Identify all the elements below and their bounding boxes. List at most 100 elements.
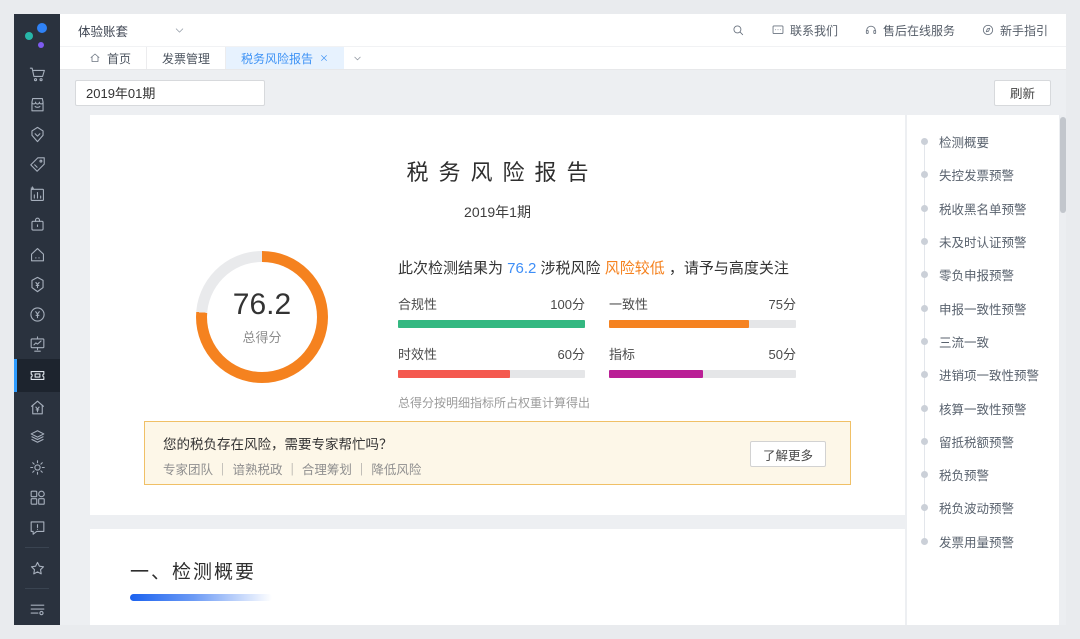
report-card: 税务风险报告 2019年1期 76.2 总得分 此次检测结果为 76.2 涉税风… (90, 115, 905, 515)
period-select[interactable]: 2019年01期 (75, 80, 265, 106)
bar-value: 100分 (550, 294, 585, 313)
layers-icon[interactable] (14, 422, 60, 452)
scrollbar-thumb[interactable] (1060, 117, 1066, 213)
bar-label: 时效性 (398, 344, 437, 363)
home-building-icon[interactable] (14, 239, 60, 269)
package-yuan-icon[interactable] (14, 269, 60, 299)
metric-bars: 合规性100分 一致性 75分 时效性 60分 指标 50分 (398, 294, 796, 378)
top-header: 体验账套 联系我们 售后在线服务 新手指引 (60, 14, 1066, 47)
score-note: 总得分按明细指标所占权重计算得出 (398, 394, 796, 411)
bar-track (609, 370, 796, 378)
bar-fill (398, 320, 585, 328)
refresh-label: 刷新 (1010, 83, 1035, 102)
bar-value: 50分 (769, 344, 796, 363)
bar-label: 指标 (609, 344, 635, 363)
main-area: 体验账套 联系我们 售后在线服务 新手指引 (60, 14, 1066, 625)
report-title: 税务风险报告 (90, 115, 905, 187)
toolbar: 2019年01期 刷新 (60, 70, 1066, 115)
briefcase-icon[interactable] (14, 209, 60, 239)
dot-icon (921, 371, 928, 378)
tab-invoice-management[interactable]: 发票管理 (147, 47, 226, 69)
bar-track (609, 320, 796, 328)
tab-home-label: 首页 (107, 50, 131, 67)
anchor-item-lost-invoice[interactable]: 失控发票预警 (907, 158, 1059, 191)
score-donut: 76.2 总得分 (196, 251, 328, 383)
tab-bar: 首页 发票管理 税务风险报告 (60, 47, 1066, 70)
tab-list-dropdown[interactable] (344, 47, 370, 69)
score-detail: 此次检测结果为 76.2 涉税风险 风险较低 ，请予与高度关注 合规性100分 … (398, 257, 796, 411)
chevron-down-icon (173, 24, 186, 37)
result-headline: 此次检测结果为 76.2 涉税风险 风险较低 ，请予与高度关注 (398, 257, 796, 278)
heading-accent-bar (130, 594, 272, 601)
dot-icon (921, 138, 928, 145)
feedback-icon[interactable] (14, 512, 60, 542)
learn-more-label: 了解更多 (763, 445, 813, 464)
refresh-button[interactable]: 刷新 (994, 80, 1051, 106)
sidebar (14, 14, 60, 625)
settings-gear-icon[interactable] (14, 452, 60, 482)
contact-us-label: 联系我们 (790, 22, 838, 39)
favorites-star-icon[interactable] (14, 553, 60, 583)
dot-icon (921, 471, 928, 478)
account-dropdown[interactable]: 体验账套 (78, 21, 186, 40)
tag-icon[interactable] (14, 149, 60, 179)
overview-section-card: 一、检测概要 经检测，贵司共存在4项风险预警。具体内容如下。 (90, 529, 905, 625)
tab-home[interactable]: 首页 (74, 47, 147, 69)
bar-fill (398, 370, 510, 378)
dot-icon (921, 438, 928, 445)
anchor-item-three-flow[interactable]: 三流一致 (907, 325, 1059, 358)
tab-tax-risk-report[interactable]: 税务风险报告 (226, 47, 344, 69)
chevron-down-icon (352, 53, 363, 64)
search-icon[interactable] (731, 23, 745, 37)
metric-consistency: 一致性 75分 (609, 294, 796, 328)
report-subtitle: 2019年1期 (90, 202, 905, 222)
coin-yuan-icon[interactable] (14, 299, 60, 329)
sidebar-divider (25, 547, 49, 548)
tab-report-label: 税务风险报告 (241, 50, 313, 67)
learn-more-button[interactable]: 了解更多 (750, 441, 826, 467)
bar-track (398, 370, 585, 378)
compass-icon (981, 23, 995, 37)
tax-house-icon[interactable] (14, 392, 60, 422)
metric-timeliness: 时效性 60分 (398, 344, 585, 378)
close-icon[interactable] (319, 53, 329, 63)
anchor-item-purchase-sales[interactable]: 进销项一致性预警 (907, 358, 1059, 391)
anchor-item-retained-tax[interactable]: 留抵税额预警 (907, 425, 1059, 458)
presentation-icon[interactable] (14, 329, 60, 359)
bar-label: 一致性 (609, 294, 648, 313)
after-sales-service-link[interactable]: 售后在线服务 (864, 22, 955, 39)
dot-icon (921, 205, 928, 212)
bar-track (398, 320, 585, 328)
metric-compliance: 合规性100分 (398, 294, 585, 328)
invoice-ticket-icon[interactable] (14, 359, 60, 392)
bar-value: 60分 (558, 344, 585, 363)
anchor-item-tax-burden[interactable]: 税负预警 (907, 458, 1059, 491)
apps-grid-icon[interactable] (14, 482, 60, 512)
anchor-item-tax-blacklist[interactable]: 税收黑名单预警 (907, 192, 1059, 225)
dot-icon (921, 305, 928, 312)
anchor-item-accounting-consistency[interactable]: 核算一致性预警 (907, 391, 1059, 424)
menu-collapse-icon[interactable] (14, 594, 60, 624)
cart-icon[interactable] (14, 59, 60, 89)
anchor-nav: 检测概要 失控发票预警 税收黑名单预警 未及时认证预警 零负申报预警 申报一致性… (907, 125, 1059, 558)
anchor-item-zero-negative[interactable]: 零负申报预警 (907, 258, 1059, 291)
home-icon (89, 52, 101, 64)
bar-value: 75分 (769, 294, 796, 313)
period-select-value: 2019年01期 (86, 83, 155, 102)
message-icon (771, 23, 785, 37)
badge-icon[interactable] (14, 119, 60, 149)
chart-icon[interactable] (14, 179, 60, 209)
anchor-item-overview[interactable]: 检测概要 (907, 125, 1059, 158)
account-label: 体验账套 (78, 21, 128, 40)
beginner-guide-link[interactable]: 新手指引 (981, 22, 1048, 39)
score-value: 76.2 (233, 288, 291, 322)
store-icon[interactable] (14, 89, 60, 119)
contact-us-link[interactable]: 联系我们 (771, 22, 838, 39)
dot-icon (921, 338, 928, 345)
anchor-item-invoice-usage[interactable]: 发票用量预警 (907, 525, 1059, 558)
anchor-item-uncertified[interactable]: 未及时认证预警 (907, 225, 1059, 258)
app-logo-icon[interactable] (24, 23, 50, 49)
anchor-item-declaration-consistency[interactable]: 申报一致性预警 (907, 291, 1059, 324)
anchor-item-tax-fluctuation[interactable]: 税负波动预警 (907, 491, 1059, 524)
app-window: 体验账套 联系我们 售后在线服务 新手指引 (0, 0, 1080, 639)
